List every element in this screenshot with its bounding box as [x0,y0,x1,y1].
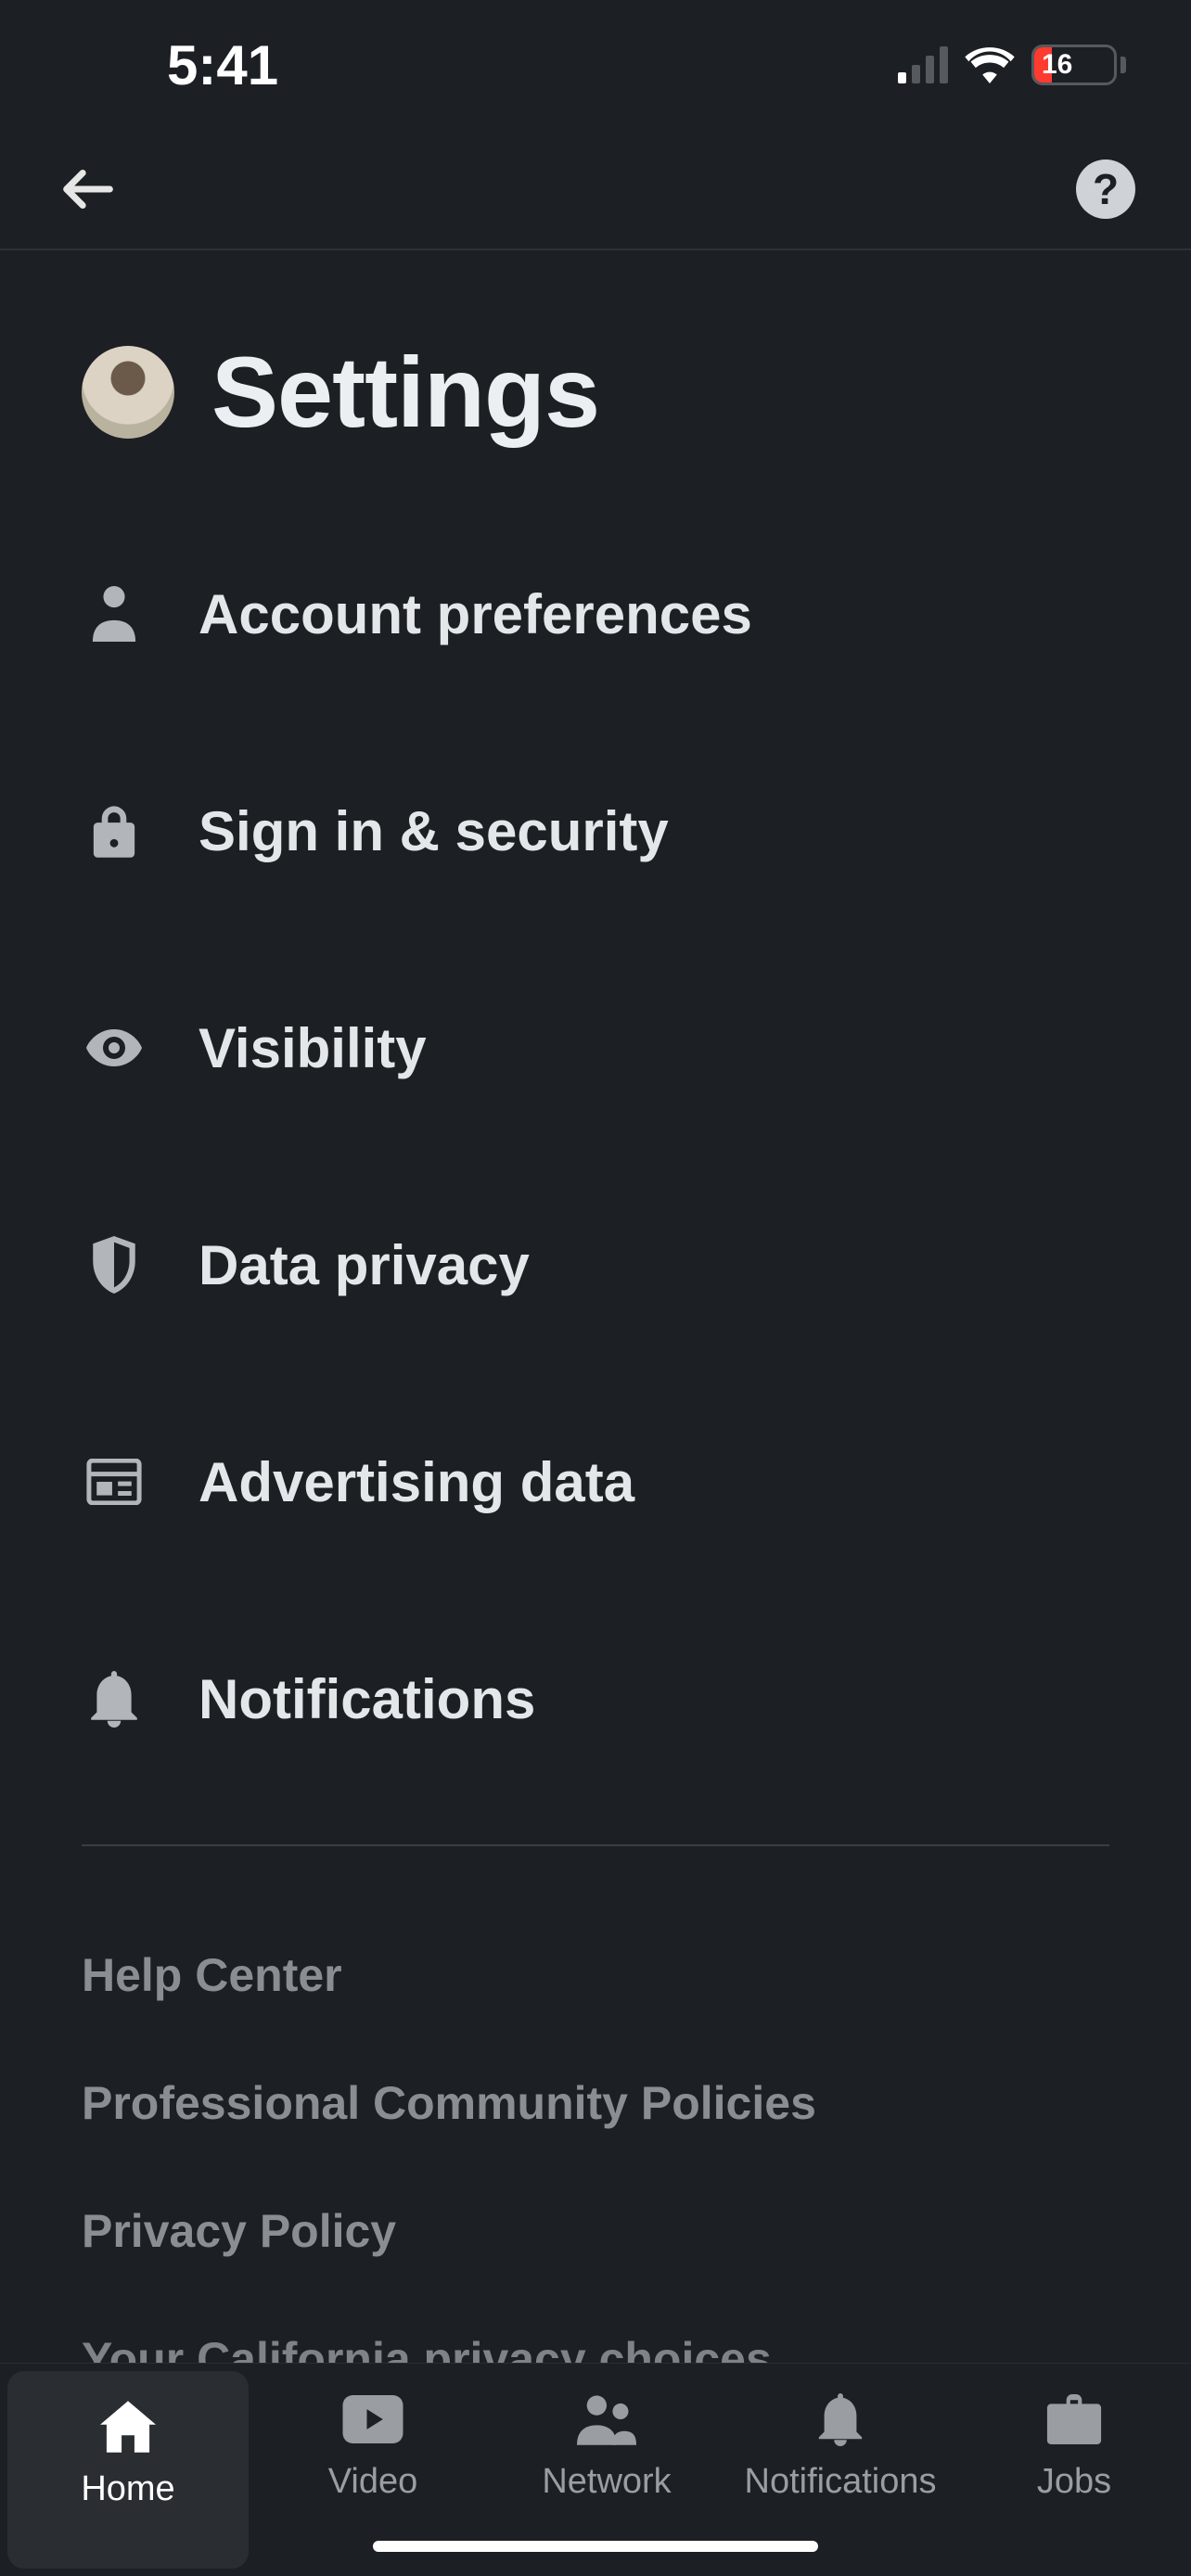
network-icon [577,2390,636,2449]
settings-item-notifications[interactable]: Notifications [82,1590,1109,1807]
lock-icon [82,802,147,860]
wifi-icon [965,46,1015,83]
status-indicators: 16 [898,45,1126,85]
help-button[interactable]: ? [1076,159,1135,219]
bell-icon [82,1670,147,1728]
home-indicator [373,2541,818,2552]
settings-item-label: Notifications [198,1667,535,1731]
battery-icon: 16 [1031,45,1126,85]
settings-item-visibility[interactable]: Visibility [82,939,1109,1156]
bell-icon [816,2390,864,2449]
shield-icon [82,1236,147,1294]
tab-label: Jobs [1037,2462,1111,2502]
status-bar: 5:41 16 [0,0,1191,130]
settings-item-advertising-data[interactable]: Advertising data [82,1373,1109,1590]
cellular-signal-icon [898,46,948,83]
eye-icon [82,1029,147,1066]
avatar[interactable] [82,346,174,439]
tab-label: Notifications [745,2462,937,2502]
tab-home[interactable]: Home [7,2371,249,2569]
tab-bar: Home Video Network Notifications Jobs [0,2363,1191,2576]
settings-item-label: Advertising data [198,1450,634,1514]
status-time: 5:41 [167,33,278,97]
video-icon [341,2390,404,2449]
link-california-privacy[interactable]: Your California privacy choices [82,2295,1109,2369]
news-icon [82,1459,147,1505]
person-icon [82,586,147,642]
settings-item-label: Sign in & security [198,799,669,863]
tab-label: Video [328,2462,418,2502]
back-button[interactable] [56,157,121,222]
nav-bar: ? [0,130,1191,250]
tab-jobs[interactable]: Jobs [957,2364,1191,2576]
settings-item-label: Account preferences [198,582,752,646]
battery-percent: 16 [1042,49,1072,81]
settings-item-account-preferences[interactable]: Account preferences [82,505,1109,722]
settings-item-label: Data privacy [198,1233,530,1297]
tab-label: Network [542,2462,671,2502]
jobs-icon [1046,2390,1102,2449]
link-privacy-policy[interactable]: Privacy Policy [82,2167,1109,2295]
secondary-links: Help Center Professional Community Polic… [0,1846,1191,2369]
settings-item-label: Visibility [198,1016,427,1080]
settings-list: Account preferences Sign in & security V… [0,505,1191,1846]
home-icon [100,2397,156,2456]
settings-item-data-privacy[interactable]: Data privacy [82,1156,1109,1373]
settings-item-sign-in-security[interactable]: Sign in & security [82,722,1109,939]
tab-label: Home [81,2469,174,2509]
page-title: Settings [211,334,599,450]
page-header: Settings [0,250,1191,505]
help-icon: ? [1093,164,1119,214]
link-help-center[interactable]: Help Center [82,1911,1109,2039]
link-community-policies[interactable]: Professional Community Policies [82,2039,1109,2167]
